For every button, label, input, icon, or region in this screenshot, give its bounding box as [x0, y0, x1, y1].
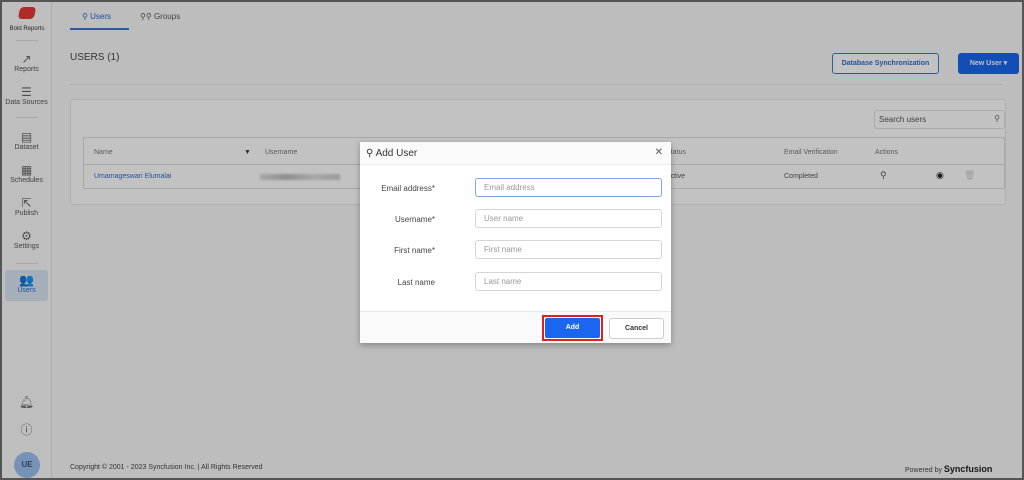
- last-name-label: Last name: [397, 278, 435, 287]
- username-field[interactable]: [475, 209, 662, 228]
- add-user-dialog: ⚲ Add User ✕ Email address* Username* Fir…: [360, 142, 671, 343]
- last-name-field[interactable]: [475, 272, 662, 291]
- add-button-highlight: Add: [542, 315, 603, 341]
- user-icon: ⚲: [366, 148, 374, 159]
- first-name-label: First name*: [394, 246, 435, 255]
- first-name-field[interactable]: [475, 240, 662, 259]
- app-window: Bold Reports ↗ Reports ☰ Data Sources ▤ Dat…: [0, 0, 1024, 480]
- email-label: Email address*: [381, 184, 435, 193]
- dialog-header: ⚲ Add User ✕: [360, 142, 671, 165]
- dialog-footer: Add Cancel: [360, 311, 671, 343]
- close-icon[interactable]: ✕: [655, 147, 663, 158]
- dialog-title: Add User: [375, 148, 418, 159]
- add-button[interactable]: Add: [545, 318, 600, 338]
- username-label: Username*: [394, 215, 435, 224]
- email-field[interactable]: [475, 178, 662, 197]
- cancel-button[interactable]: Cancel: [609, 318, 664, 339]
